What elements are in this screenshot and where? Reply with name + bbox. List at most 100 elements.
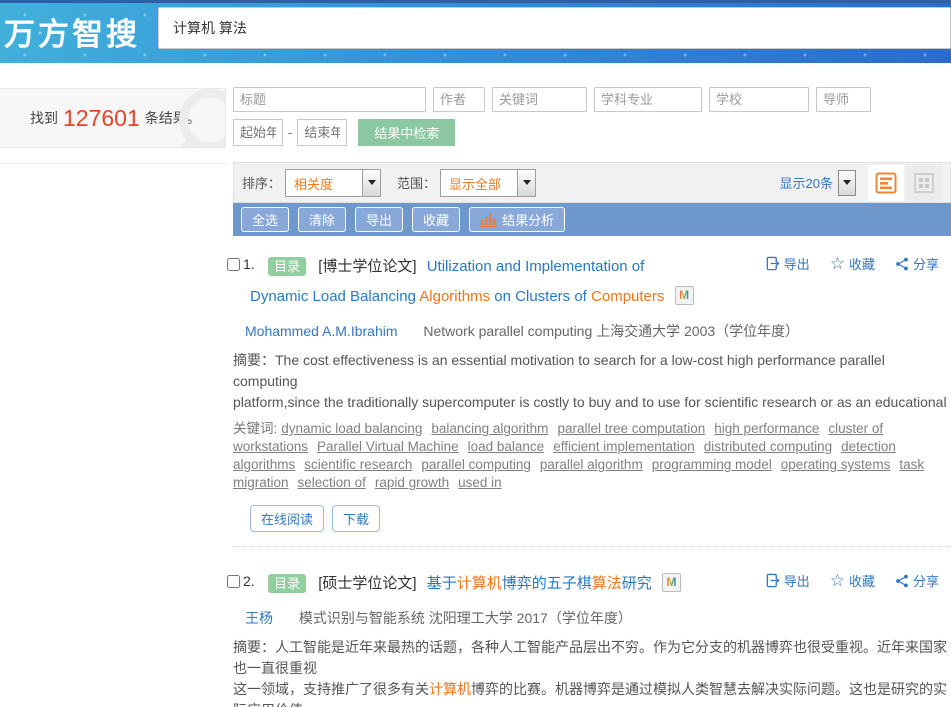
abstract: 摘要：人工智能是近年来最热的话题，各种人工智能产品层出不穷。作为它分支的机器博弈… xyxy=(233,637,951,707)
export-action-label: 导出 xyxy=(783,574,810,589)
chart-icon xyxy=(480,213,498,227)
keyword-filter-input[interactable] xyxy=(492,87,587,112)
result-title[interactable]: Utilization and Implementation of Dynamic… xyxy=(250,258,664,305)
keyword-link[interactable]: programming model xyxy=(652,457,772,472)
scope-value: 显示全部 xyxy=(449,176,502,192)
result-lead: 1. xyxy=(227,256,255,272)
result-analysis-button[interactable]: 结果分析 xyxy=(469,207,566,232)
list-view-button[interactable] xyxy=(868,164,904,201)
export-action[interactable]: 导出 xyxy=(765,254,810,273)
result-index: 1. xyxy=(243,256,255,272)
toc-badge: 目录 xyxy=(268,574,307,593)
med-badge-letter: M xyxy=(666,575,677,589)
grid-view-button[interactable] xyxy=(906,164,942,201)
result-analysis-label: 结果分析 xyxy=(502,213,555,228)
advisor-filter-input[interactable] xyxy=(816,87,871,112)
sort-value: 相关度 xyxy=(294,176,334,192)
result-title[interactable]: 基于计算机博弈的五子棋算法研究 xyxy=(427,575,652,592)
favorite-button[interactable]: 收藏 xyxy=(412,207,461,232)
text-segment: Utilization and Implementation of xyxy=(426,258,645,275)
result-count: 127601 xyxy=(63,104,140,131)
search-input[interactable] xyxy=(158,7,951,49)
school-filter-input[interactable] xyxy=(709,87,809,112)
result-checkbox[interactable] xyxy=(227,257,240,271)
abstract-label: 摘要： xyxy=(233,639,275,655)
doc-type: [硕士学位论文] xyxy=(318,575,417,592)
found-prefix: 找到 xyxy=(30,110,58,126)
favorite-action[interactable]: ☆ 收藏 xyxy=(830,254,875,273)
keyword-link[interactable]: parallel computing xyxy=(421,457,531,472)
result-checkbox[interactable] xyxy=(227,574,240,588)
clear-button[interactable]: 清除 xyxy=(298,207,347,232)
title-filter-input[interactable] xyxy=(233,87,426,112)
text-segment: platform,since the traditionally superco… xyxy=(233,394,947,410)
results-list: 1. 目录 [博士学位论文] Utilization and Implement… xyxy=(227,236,951,707)
sort-label: 排序： xyxy=(242,176,282,191)
keyword-link[interactable]: parallel algorithm xyxy=(540,457,643,472)
result-item-2: 2. 目录 [硕士学位论文] 基于计算机博弈的五子棋算法研究 M 导出 ☆ 收藏… xyxy=(227,547,951,707)
med-badge[interactable]: M xyxy=(661,573,681,592)
keyword-link[interactable]: used in xyxy=(458,475,502,490)
list-view-icon xyxy=(875,172,897,193)
keyword-link[interactable]: scientific research xyxy=(304,457,412,472)
share-action-label: 分享 xyxy=(912,257,939,272)
year-separator: - xyxy=(288,125,293,140)
highlighted-term: 算法 xyxy=(591,575,622,592)
keyword-link[interactable]: balancing algorithm xyxy=(431,421,548,436)
keyword-link[interactable]: load balance xyxy=(468,439,545,454)
med-badge[interactable]: M xyxy=(674,286,694,305)
export-action[interactable]: 导出 xyxy=(765,571,810,590)
header: 万方智搜 xyxy=(0,0,951,63)
text-segment: on Clusters of xyxy=(490,288,592,305)
keyword-link[interactable]: distributed computing xyxy=(704,439,832,454)
subject-filter-input[interactable] xyxy=(594,87,702,112)
sort-bar: 排序： 相关度 范围： 显示全部 显示20条 xyxy=(233,162,951,203)
action-bar: 全选 清除 导出 收藏 结果分析 xyxy=(233,203,951,236)
author-line: 王杨 模式识别与智能系统 沈阳理工大学 2017（学位年度） xyxy=(245,608,951,628)
chevron-down-icon xyxy=(362,169,381,196)
author-link[interactable]: Mohammed A.M.Ibrahim xyxy=(245,323,398,339)
scope-label: 范围： xyxy=(397,176,437,191)
favorite-action-label: 收藏 xyxy=(848,574,875,589)
end-year-input[interactable] xyxy=(297,119,348,146)
select-all-button[interactable]: 全选 xyxy=(241,207,290,232)
keyword-link[interactable]: efficient implementation xyxy=(553,439,695,454)
text-segment: Dynamic Load Balancing xyxy=(250,288,420,305)
share-action[interactable]: 分享 xyxy=(895,571,939,590)
result-actions: 导出 ☆ 收藏 分享 xyxy=(765,571,939,590)
sort-select[interactable]: 相关度 xyxy=(285,168,382,197)
text-segment: 博弈的五子棋 xyxy=(501,575,592,592)
search-in-results-button[interactable]: 结果中检索 xyxy=(358,119,456,146)
author-filter-input[interactable] xyxy=(433,87,485,112)
read-online-button[interactable]: 在线阅读 xyxy=(250,505,325,532)
keyword-link[interactable]: parallel tree computation xyxy=(557,421,705,436)
page-size-dropdown-button[interactable] xyxy=(838,169,856,196)
share-action[interactable]: 分享 xyxy=(895,254,939,273)
export-button[interactable]: 导出 xyxy=(355,207,404,232)
keyword-link[interactable]: rapid growth xyxy=(375,475,449,490)
author-line: Mohammed A.M.Ibrahim Network parallel co… xyxy=(245,321,951,341)
app-logo[interactable]: 万方智搜 xyxy=(4,9,140,54)
keyword-link[interactable]: dynamic load balancing xyxy=(281,421,422,436)
result-meta: Network parallel computing 上海交通大学 2003（学… xyxy=(423,323,800,339)
scope-select[interactable]: 显示全部 xyxy=(440,168,537,197)
star-icon: ☆ xyxy=(829,253,845,273)
result-index: 2. xyxy=(243,573,255,589)
keyword-link[interactable]: high performance xyxy=(714,421,819,436)
text-segment: 人工智能是近年来最热的话题，各种人工智能产品层出不穷。作为它分支的机器博弈也很受… xyxy=(233,639,947,676)
keywords-label: 关键词: xyxy=(233,421,278,436)
keyword-link[interactable]: Parallel Virtual Machine xyxy=(317,439,459,454)
export-icon xyxy=(766,573,780,588)
grid-view-icon xyxy=(914,172,934,193)
download-button[interactable]: 下载 xyxy=(332,505,381,532)
toc-badge: 目录 xyxy=(268,257,307,276)
keyword-link[interactable]: selection of xyxy=(298,475,366,490)
abstract-label: 摘要： xyxy=(233,352,275,368)
author-link[interactable]: 王杨 xyxy=(245,610,273,626)
keyword-link[interactable]: operating systems xyxy=(781,457,891,472)
page-size-value[interactable]: 显示20条 xyxy=(780,173,833,192)
export-icon xyxy=(766,256,780,271)
favorite-action[interactable]: ☆ 收藏 xyxy=(830,571,875,590)
start-year-input[interactable] xyxy=(233,119,283,146)
highlighted-term: Computers xyxy=(591,288,665,305)
